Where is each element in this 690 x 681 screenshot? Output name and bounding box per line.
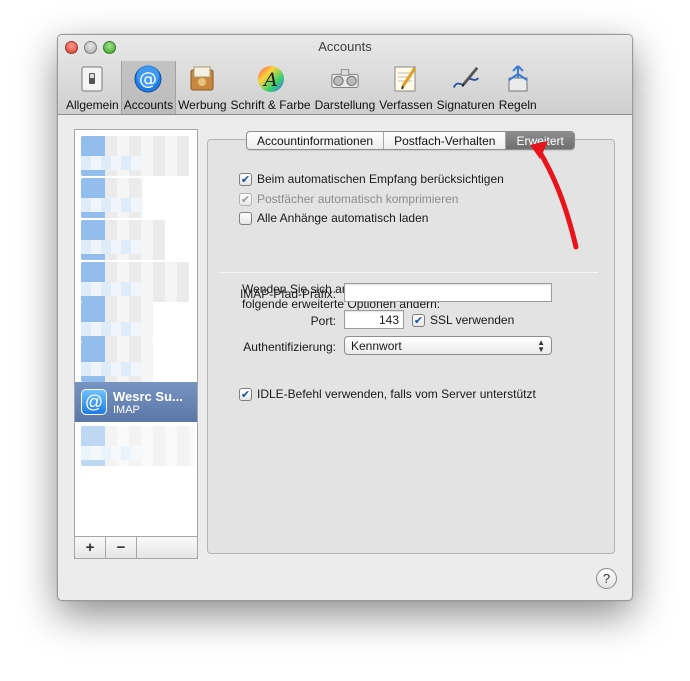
account-list-footer: + − [75, 536, 197, 558]
tab-accountinformationen[interactable]: Accountinformationen [247, 132, 385, 149]
junk-mail-icon [187, 64, 217, 94]
list-item[interactable] [81, 262, 189, 302]
checkbox-auto-compact: ✔ [239, 192, 252, 206]
help-button[interactable]: ? [596, 568, 617, 589]
switch-icon [77, 64, 107, 94]
window-title: Accounts [318, 39, 372, 54]
checkbox-auto-fetch[interactable]: ✔ [239, 172, 252, 186]
list-item[interactable] [81, 302, 153, 342]
option-download-attachments[interactable]: Alle Anhänge automatisch laden [239, 211, 428, 225]
checkbox-download-attachments[interactable] [239, 211, 252, 225]
list-item[interactable] [81, 178, 143, 218]
toolbar-item-darstellung[interactable]: Darstellung [313, 61, 378, 114]
svg-text:@: @ [139, 69, 157, 90]
account-list[interactable]: @ Wesrc Su... IMAP [75, 130, 197, 538]
red-arrow-annotation [530, 141, 579, 250]
toolbar-item-regeln[interactable]: Regeln [497, 61, 539, 114]
list-item[interactable] [81, 342, 153, 382]
at-icon: @ [81, 389, 107, 415]
toolbar-item-schrift-farbe[interactable]: A Schrift & Farbe [229, 61, 313, 114]
toolbar-item-signaturen[interactable]: Signaturen [435, 61, 497, 114]
tab-postfach-verhalten[interactable]: Postfach-Verhalten [384, 132, 507, 149]
toolbar-item-verfassen[interactable]: Verfassen [377, 61, 434, 114]
checkbox-ssl[interactable]: ✔ [412, 313, 425, 327]
at-icon: @ [133, 64, 163, 94]
account-name: Wesrc Su... [113, 388, 183, 404]
updown-arrows-icon: ▲ ▼ [537, 337, 545, 354]
font-color-icon: A [256, 64, 286, 94]
list-item[interactable] [81, 136, 189, 176]
option-auto-compact: ✔ Postfächer automatisch komprimieren [239, 192, 459, 206]
compose-icon [391, 64, 421, 94]
option-auto-fetch[interactable]: ✔ Beim automatischen Empfang berücksicht… [239, 172, 504, 186]
toolbar-items: Allgemein @ Accounts Werbung A Schrift &… [64, 61, 539, 114]
separator [219, 272, 598, 273]
add-account-button[interactable]: + [75, 537, 106, 558]
port-input[interactable]: 143 [344, 310, 404, 329]
checkbox-idle[interactable]: ✔ [239, 387, 252, 401]
option-idle[interactable]: ✔ IDLE-Befehl verwenden, falls vom Serve… [239, 387, 536, 401]
remove-account-button[interactable]: − [106, 537, 137, 558]
port-label: Port: [310, 314, 336, 328]
list-item[interactable] [81, 426, 195, 466]
svg-text:A: A [262, 69, 278, 91]
toolbar-item-accounts[interactable]: @ Accounts [120, 61, 177, 114]
signature-icon [451, 64, 481, 94]
imap-prefix-input[interactable] [344, 283, 552, 302]
list-item[interactable] [81, 220, 165, 260]
auth-label: Authentifizierung: [243, 340, 336, 354]
imap-prefix-label: IMAP-Pfad-Präfix: [239, 287, 336, 301]
toolbar-item-werbung[interactable]: Werbung [176, 61, 228, 114]
account-item-selected[interactable]: @ Wesrc Su... IMAP [75, 382, 197, 422]
viewing-icon [330, 64, 360, 94]
accounts-window: Accounts Allgemein @ Accounts Werbung A … [57, 34, 633, 601]
auth-select[interactable]: Kennwort ▲ ▼ [344, 336, 552, 355]
account-list-panel: @ Wesrc Su... IMAP + − [74, 129, 198, 559]
toolbar: Accounts Allgemein @ Accounts Werbung A … [58, 35, 632, 115]
toolbar-item-allgemein[interactable]: Allgemein [64, 61, 121, 114]
account-type: IMAP [113, 403, 140, 416]
tab-bar: Accountinformationen Postfach-Verhalten … [246, 131, 575, 150]
rules-icon [503, 64, 533, 94]
option-ssl[interactable]: ✔ SSL verwenden [412, 313, 514, 327]
